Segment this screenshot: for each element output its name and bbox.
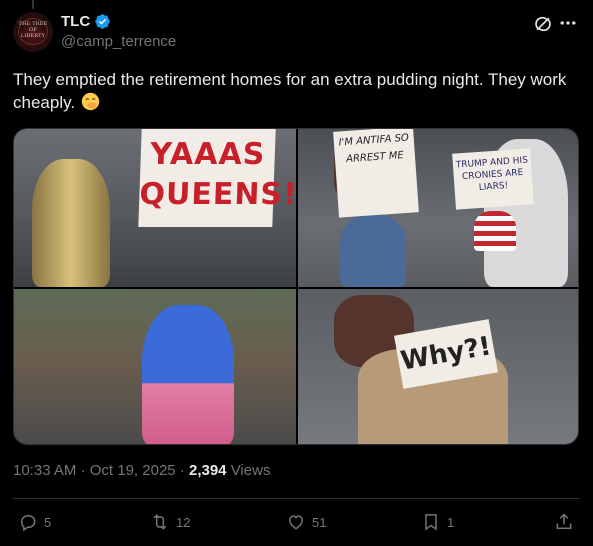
share-button[interactable]	[554, 512, 574, 532]
face-with-hand-over-mouth-icon	[81, 92, 100, 111]
photo-2-antifa-sign[interactable]: I'M ANTIFA SO ARREST ME TRUMP AND HIS CR…	[298, 129, 578, 287]
views-count: 2,394	[188, 462, 227, 479]
heart-icon	[288, 515, 304, 530]
reply-button[interactable]: 5	[18, 512, 51, 532]
reply-count: 5	[44, 514, 52, 530]
like-button[interactable]: 51	[286, 512, 326, 532]
bookmark-button[interactable]: 1	[421, 512, 454, 532]
thread-connector-line	[32, 0, 34, 9]
author-display-name-row[interactable]: TLC	[61, 13, 111, 30]
photo-2-flag	[474, 211, 516, 251]
tweet-meta: 10:33 AM · Oct 19, 2025 · 2,394 Views	[13, 462, 270, 479]
avatar-logo-text: THE TREE OF LIBERTY	[18, 21, 48, 39]
photo-3-blue-hair-woman[interactable]	[14, 289, 296, 444]
bookmark-icon	[425, 514, 437, 531]
meta-separator: ·	[80, 462, 86, 479]
more-options-icon[interactable]	[558, 13, 578, 33]
share-icon	[556, 513, 572, 529]
author-display-name[interactable]: TLC	[61, 13, 90, 30]
photo-2-sign-trump: TRUMP AND HIS CRONIES ARE LIARS!	[452, 148, 534, 210]
tweet-date[interactable]: Oct 19, 2025	[90, 462, 176, 479]
author-names: TLC @camp_terrence	[61, 13, 176, 50]
tweet-header: THE TREE OF LIBERTY TLC @camp_terrence	[13, 12, 580, 56]
retweet-icon	[153, 514, 167, 530]
like-count: 51	[312, 514, 327, 530]
author-handle[interactable]: @camp_terrence	[61, 33, 176, 50]
photo-2-figure-jeans	[340, 215, 406, 287]
photo-4-why-sign[interactable]: Why?!	[298, 289, 578, 444]
photo-1-figure	[32, 159, 110, 287]
tweet-text: They emptied the retirement homes for an…	[13, 68, 573, 114]
retweet-button[interactable]: 12	[150, 512, 190, 532]
retweet-count: 12	[176, 514, 191, 530]
views-label: Views	[230, 462, 271, 479]
photo-3-figure	[142, 305, 234, 444]
grok-icon[interactable]	[533, 14, 553, 34]
media-grid: YAAAS QUEENS! I'M ANTIFA SO ARREST ME TR…	[13, 128, 579, 445]
meta-separator: ·	[179, 462, 185, 479]
avatar[interactable]: THE TREE OF LIBERTY	[13, 12, 53, 52]
verified-badge-icon	[95, 14, 110, 29]
photo-1-sign: YAAAS QUEENS!	[138, 129, 296, 227]
reply-icon	[20, 515, 36, 532]
photo-1-gold-bodysuit-sign[interactable]: YAAAS QUEENS!	[14, 129, 296, 287]
tweet-time[interactable]: 10:33 AM	[13, 462, 76, 479]
action-bar: 5 12 51 1	[13, 508, 580, 536]
photo-2-sign-antifa: I'M ANTIFA SO ARREST ME	[333, 129, 419, 218]
actions-divider	[13, 498, 580, 499]
bookmark-count: 1	[447, 514, 455, 530]
